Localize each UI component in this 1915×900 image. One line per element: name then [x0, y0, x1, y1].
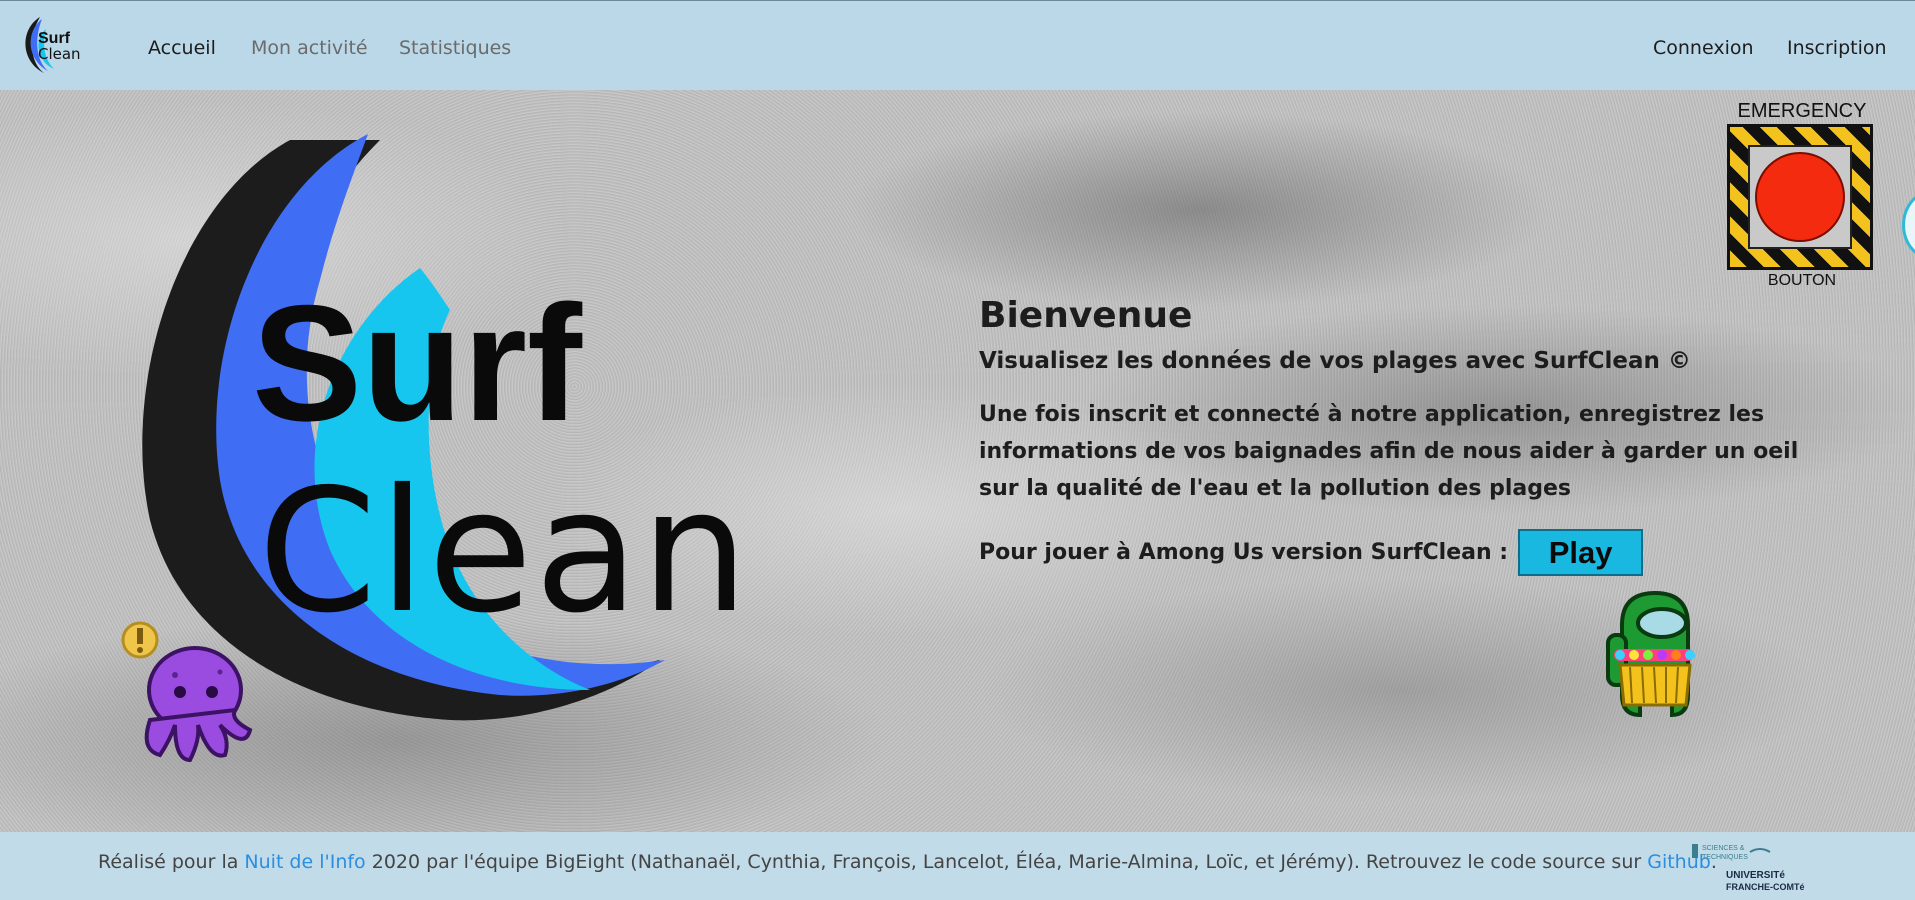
svg-text:FRANCHE-COMTé: FRANCHE-COMTé	[1726, 882, 1805, 892]
footer-prefix: Réalisé pour la	[98, 851, 245, 873]
footer-middle: 2020 par l'équipe BigEight (Nathanaël, C…	[365, 851, 1648, 873]
nav-link-inscription[interactable]: Inscription	[1787, 37, 1887, 59]
svg-text:UNIVERSITé: UNIVERSITé	[1726, 870, 1785, 881]
side-bubble-icon	[1902, 190, 1915, 260]
nav-link-accueil[interactable]: Accueil	[148, 37, 216, 59]
svg-text:SCIENCES &: SCIENCES &	[1702, 845, 1745, 852]
footer-text: Réalisé pour la Nuit de l'Info 2020 par …	[98, 851, 1717, 873]
emergency-button[interactable]: EMERGENCY BOUTON	[1727, 100, 1877, 290]
octopus-icon	[121, 621, 253, 763]
svg-text:Surf: Surf	[252, 271, 583, 455]
emergency-inner	[1748, 145, 1852, 249]
emergency-button-icon	[1727, 124, 1873, 270]
svg-text:TECHNIQUES: TECHNIQUES	[1702, 854, 1748, 861]
universite-logo-icon: SCIENCES & TECHNIQUES UNIVERSITé FRANCHE…	[1692, 844, 1805, 892]
crewmate-icon	[1606, 590, 1695, 718]
welcome-panel: Bienvenue Visualisez les données de vos …	[979, 295, 1809, 576]
description: Une fois inscrit et connecté à notre app…	[979, 402, 1799, 501]
emergency-red-circle	[1755, 152, 1845, 242]
nav-link-connexion[interactable]: Connexion	[1653, 37, 1754, 59]
emergency-top-label: EMERGENCY	[1737, 100, 1867, 122]
play-row: Pour jouer à Among Us version SurfClean …	[979, 529, 1809, 576]
tagline: Visualisez les données de vos plages ave…	[979, 348, 1691, 374]
nuit-de-l-info-link[interactable]: Nuit de l'Info	[244, 851, 365, 873]
surfclean-logo-icon[interactable]: Surf Clean	[18, 15, 98, 75]
footer: Réalisé pour la Nuit de l'Info 2020 par …	[0, 832, 1915, 900]
navbar: Surf Clean Accueil Mon activité Statisti…	[0, 0, 1915, 90]
play-prompt: Pour jouer à Among Us version SurfClean …	[979, 540, 1509, 565]
svg-text:Clean: Clean	[258, 453, 750, 651]
play-button[interactable]: Play	[1518, 529, 1644, 576]
svg-text:Clean: Clean	[38, 45, 81, 63]
emergency-bottom-label: BOUTON	[1767, 272, 1837, 289]
nav-link-mon-activite[interactable]: Mon activité	[251, 37, 368, 59]
page-title: Bienvenue	[979, 295, 1193, 336]
hero-section: Surf Clean Bienvenue Visualisez les donn…	[0, 90, 1915, 832]
nav-link-statistiques[interactable]: Statistiques	[399, 37, 511, 59]
